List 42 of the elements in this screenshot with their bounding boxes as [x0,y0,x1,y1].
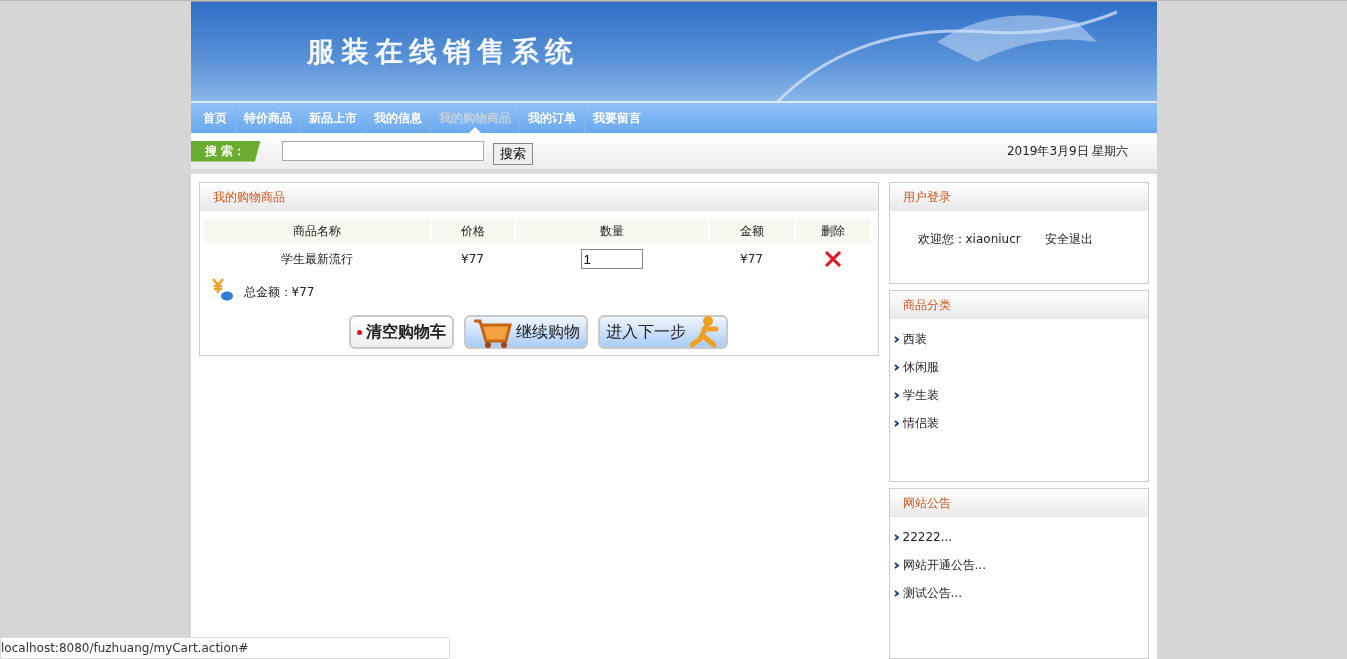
running-figure-icon [690,315,720,349]
date-text: 2019年3月9日 星期六 [1006,142,1129,160]
search-field[interactable] [281,141,484,161]
status-bar-url: localhost:8080/fuzhuang/myCart.action# [0,637,450,659]
notice-link[interactable]: 测试公告... [902,584,962,602]
total-amount: 总金额：¥77 [243,284,315,301]
column-header: 金额 [708,219,795,243]
notice-link[interactable]: 22222... [902,530,953,544]
category-link[interactable]: 学生装 [902,386,939,404]
bullet-icon [893,589,899,597]
table-cell: ¥77 [708,243,795,275]
cart-action-button[interactable]: 进入下一步 [598,315,728,349]
column-header: 商品名称 [203,219,431,243]
bullet-icon [893,335,899,343]
bullet-icon [893,419,899,427]
dot-icon [357,329,362,335]
logout-link[interactable]: 安全退出 [1044,231,1093,248]
table-cell: 学生最新流行 [203,243,431,275]
welcome-text: 欢迎您：xiaoniucr [917,231,1021,248]
bullet-icon [893,561,899,569]
panel-title: 我的购物商品 [212,188,285,206]
panel-title: 网站公告 [902,494,951,512]
cart-action-button[interactable]: 继续购物 [464,315,588,349]
search-label: 搜 索： [190,140,261,162]
cart-action-button[interactable]: 清空购物车 [349,315,454,349]
panel-title: 用户登录 [902,188,951,206]
column-header: 删除 [794,219,871,243]
search-button[interactable]: 搜索 [492,143,533,165]
bullet-icon [893,363,899,371]
category-link[interactable]: 休闲服 [902,358,939,376]
category-link[interactable]: 西装 [902,330,927,348]
table-cell: ¥77 [430,243,515,275]
site-title: 服装在线销售系统 [306,33,579,70]
panel-title: 商品分类 [902,296,951,314]
column-header: 数量 [514,219,709,243]
quantity-field[interactable]: 1 [580,249,643,269]
category-link[interactable]: 情侣装 [902,414,939,432]
notice-link[interactable]: 网站开通公告... [902,556,986,574]
delete-icon[interactable] [823,250,842,268]
bullet-icon [893,391,899,399]
column-header: 价格 [430,219,515,243]
bullet-icon [893,533,899,541]
